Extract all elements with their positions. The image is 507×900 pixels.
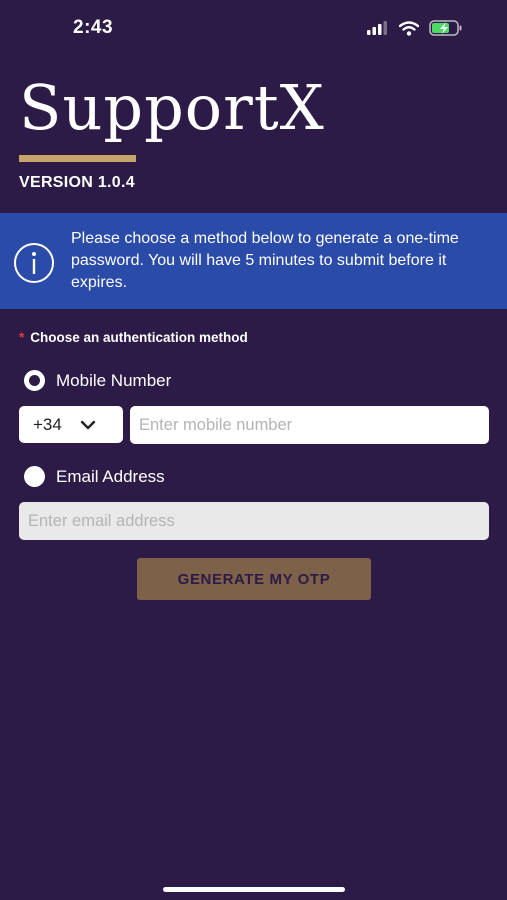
status-bar: 2:43 — [0, 0, 507, 58]
country-code-value: +34 — [33, 414, 62, 434]
status-time: 2:43 — [73, 17, 114, 38]
radio-button-email[interactable] — [24, 466, 45, 487]
home-indicator — [163, 887, 345, 892]
country-code-select[interactable]: +34 — [19, 406, 123, 443]
chevron-down-icon — [80, 420, 96, 429]
title-underline — [19, 155, 136, 162]
radio-label-mobile: Mobile Number — [56, 370, 172, 390]
wifi-icon — [399, 20, 419, 36]
app-version: VERSION 1.0.4 — [19, 174, 135, 191]
battery-charging-icon — [429, 20, 462, 36]
radio-option-email[interactable]: Email Address — [24, 466, 165, 487]
radio-option-mobile[interactable]: Mobile Number — [24, 370, 171, 391]
signal-icon — [367, 21, 387, 35]
status-icons — [367, 20, 463, 36]
info-banner-text: Please choose a method below to generate… — [71, 230, 459, 291]
required-marker: * — [19, 330, 25, 345]
mobile-number-input[interactable] — [130, 406, 489, 444]
generate-otp-button[interactable]: GENERATE MY OTP — [137, 558, 371, 600]
auth-method-label: Choose an authentication method — [30, 330, 248, 345]
radio-label-email: Email Address — [56, 466, 165, 486]
radio-button-mobile[interactable] — [24, 370, 45, 391]
auth-method-label-row: * Choose an authentication method — [19, 330, 248, 345]
info-circle-icon — [14, 243, 54, 283]
app-title: SupportX — [19, 71, 325, 144]
email-address-input[interactable] — [19, 502, 489, 540]
